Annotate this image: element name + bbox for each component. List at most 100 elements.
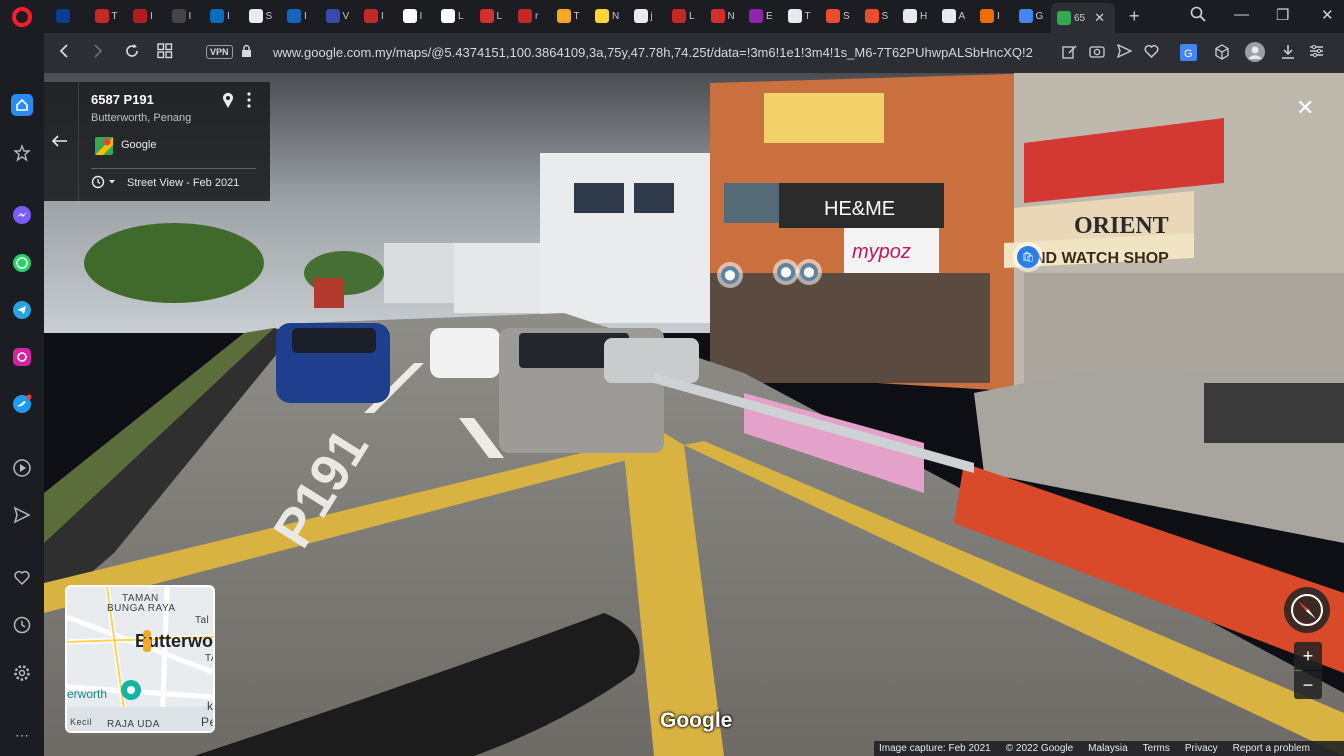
news-icon [710,9,725,23]
browser-tab[interactable]: T [89,4,123,28]
minimap[interactable]: TAMAN BUNGA RAYA Butterwo TA Tal erworth… [65,585,215,733]
google-logo-watermark: Google [660,709,733,732]
time-travel-clock-icon[interactable] [91,175,117,192]
red-truck [314,278,344,308]
grey-car [604,338,699,383]
extensions-cube-icon[interactable] [1214,44,1230,63]
minimap-label: erworth [67,687,108,701]
place-pin-1[interactable]: ⬤ [717,262,743,288]
opera-sidebar: ⋯ [0,0,44,756]
edit-share-icon[interactable] [1062,44,1077,62]
compass-button[interactable] [1284,587,1330,633]
place-pin-3[interactable]: ⬤ [796,259,822,285]
player-icon[interactable] [11,457,33,479]
tab-grid-icon[interactable] [157,43,173,64]
back-button[interactable] [58,43,70,64]
heart-icon[interactable] [11,567,33,589]
globe-icon [941,9,956,23]
browser-tab[interactable]: H [897,4,931,28]
zoom-in-button[interactable]: + [1294,642,1322,670]
report-problem-link[interactable]: Report a problem [1233,743,1310,754]
browser-tab[interactable]: A [936,4,970,28]
browser-tab[interactable]: L [666,4,700,28]
browser-tab[interactable]: N [705,4,739,28]
map-pin-icon: ⬤ [777,263,795,281]
google-translate-icon[interactable]: G [1180,44,1197,64]
browser-tab[interactable]: j [628,4,662,28]
browser-tab[interactable]: S [859,4,893,28]
country-label[interactable]: Malaysia [1088,743,1127,754]
whatsapp-icon[interactable] [11,252,33,274]
browser-tab[interactable] [50,4,84,28]
twitter-icon[interactable] [11,393,33,415]
telegram-icon[interactable] [11,299,33,321]
instagram-icon[interactable] [11,346,33,368]
settings-gear-icon[interactable] [11,662,33,684]
map-pin-icon: ⬤ [800,263,818,281]
minimize-button[interactable]: — [1234,6,1249,23]
browser-tab[interactable]: I [204,4,238,28]
browser-tab[interactable]: L [474,4,508,28]
browser-tab[interactable]: E [743,4,777,28]
history-clock-icon[interactable] [11,614,33,636]
address-bar: VPN www.google.com.my/maps/@5.4374151,10… [44,33,1344,73]
profile-avatar-icon[interactable] [1245,42,1265,65]
close-tab-icon[interactable]: ✕ [1094,10,1105,26]
new-tab-button[interactable]: + [1129,6,1140,27]
restore-button[interactable]: ❐ [1276,6,1289,24]
browser-tab[interactable]: T [782,4,816,28]
messenger-icon[interactable] [11,204,33,226]
snapshot-camera-icon[interactable] [1089,44,1105,61]
browser-tab[interactable]: I [974,4,1008,28]
location-pin-icon[interactable] [222,92,234,114]
bookmarks-star-icon[interactable] [11,142,33,164]
white-car [430,328,500,378]
close-street-view-button[interactable]: ✕ [1296,95,1314,121]
send-icon[interactable] [11,504,33,526]
minimap-label: TA [205,653,213,664]
url-field[interactable]: www.google.com.my/maps/@5.4374151,100.38… [273,45,1053,60]
outlook-icon [210,9,224,23]
more-options-icon[interactable] [247,92,251,108]
vpn-badge[interactable]: VPN [206,45,233,59]
browser-tab[interactable]: I [127,4,161,28]
browser-tab[interactable]: G [1013,4,1047,28]
zoom-out-button[interactable]: − [1294,671,1322,699]
tab-label: S [265,10,273,22]
terms-link[interactable]: Terms [1143,743,1170,754]
browser-tab[interactable]: I [166,4,200,28]
privacy-link[interactable]: Privacy [1185,743,1218,754]
lock-icon[interactable] [241,44,252,61]
opera-menu-icon[interactable] [12,7,32,27]
more-icon[interactable]: ⋯ [11,724,33,746]
home-icon[interactable] [11,94,33,116]
browser-tab[interactable]: 65 ✕ [1051,3,1115,33]
browser-tab[interactable]: I [281,4,315,28]
easy-setup-icon[interactable] [1309,44,1324,61]
tab-label: I [997,10,1000,22]
browser-tab[interactable]: S [243,4,277,28]
browser-tab[interactable]: S [820,4,854,28]
browser-tab[interactable]: I [358,4,392,28]
browser-tab[interactable]: N [589,4,623,28]
red-site-icon [133,9,147,23]
watch-shop-sign-text: ND WATCH SHOP [1034,250,1169,267]
imagery-source: Google [121,139,157,151]
reload-button[interactable] [124,43,140,64]
globe-icon [903,9,917,23]
download-icon[interactable] [1281,44,1295,62]
search-tabs-icon[interactable] [1190,6,1206,26]
browser-tab[interactable]: V [320,4,354,28]
browser-tab[interactable]: T [551,4,585,28]
bookmark-heart-icon[interactable] [1144,44,1159,61]
forward-button[interactable] [92,43,104,64]
window-close-button[interactable]: ✕ [1321,6,1334,24]
browser-tab[interactable]: r [512,4,546,28]
back-arrow-icon[interactable] [51,134,68,152]
shopping-pin[interactable]: 🛍 [1013,242,1043,272]
browser-tab[interactable]: I [397,4,431,28]
minimap-label: k [207,699,214,713]
browser-tab[interactable]: L [435,4,469,28]
send-page-icon[interactable] [1116,43,1133,61]
minimap-label: Tal [195,615,210,626]
